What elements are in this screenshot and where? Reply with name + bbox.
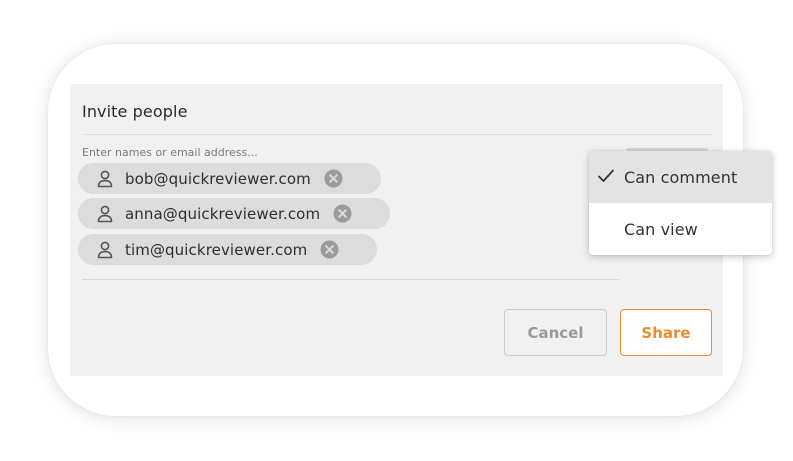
cancel-button[interactable]: Cancel xyxy=(504,309,607,356)
recipient-email: bob@quickreviewer.com xyxy=(125,169,311,188)
person-icon xyxy=(96,204,114,224)
menu-item-can-comment[interactable]: Can comment xyxy=(589,151,772,203)
share-button[interactable]: Share xyxy=(620,309,712,356)
permission-menu: Can comment Can view xyxy=(589,151,772,255)
person-icon xyxy=(96,169,114,189)
remove-icon[interactable] xyxy=(333,204,352,223)
recipient-chip[interactable]: tim@quickreviewer.com xyxy=(78,234,377,265)
title-divider xyxy=(82,134,712,135)
dialog-title: Invite people xyxy=(82,102,188,121)
field-underline xyxy=(82,279,620,280)
recipient-email: anna@quickreviewer.com xyxy=(125,204,321,223)
recipient-chip[interactable]: bob@quickreviewer.com xyxy=(78,163,381,194)
person-icon xyxy=(96,240,114,260)
recipient-email: tim@quickreviewer.com xyxy=(125,240,308,259)
menu-item-label: Can comment xyxy=(624,167,738,187)
recipient-chip[interactable]: anna@quickreviewer.com xyxy=(78,198,390,229)
menu-item-label: Can view xyxy=(624,219,698,239)
checkmark-icon xyxy=(597,168,615,184)
screenshot-stage: Invite people Enter names or email addre… xyxy=(0,0,793,461)
menu-item-can-view[interactable]: Can view xyxy=(589,203,772,255)
remove-icon[interactable] xyxy=(320,240,339,259)
remove-icon[interactable] xyxy=(324,169,343,188)
recipients-field-label: Enter names or email address... xyxy=(82,146,258,159)
